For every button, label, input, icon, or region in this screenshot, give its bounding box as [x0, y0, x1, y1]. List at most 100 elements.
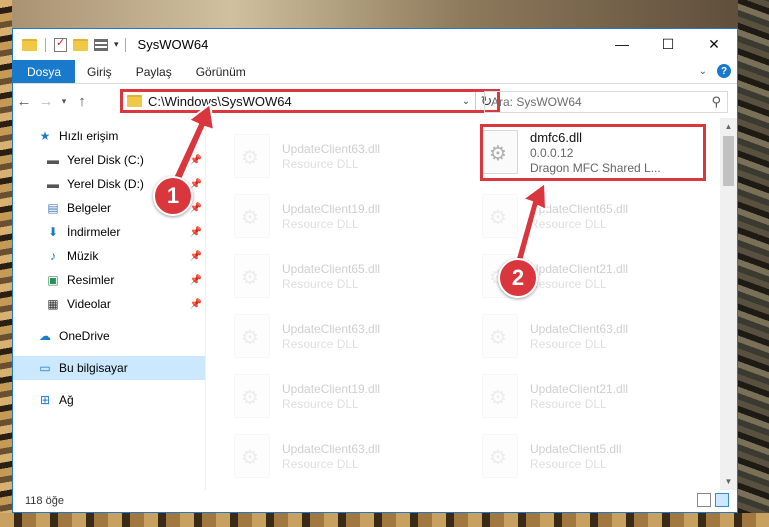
list-item[interactable]: ⚙ UpdateClient5.dll Resource DLL: [482, 428, 708, 484]
list-item[interactable]: ⚙ UpdateClient63.dll Resource DLL: [482, 308, 708, 364]
help-icon[interactable]: ?: [717, 64, 731, 78]
cloud-icon: ☁: [39, 329, 51, 343]
sidebar-item-disk-c[interactable]: ▬ Yerel Disk (C:) 📌: [13, 148, 205, 172]
file-description: Resource DLL: [282, 456, 359, 471]
scrollbar-thumb[interactable]: [723, 136, 734, 186]
pin-icon[interactable]: 📌: [190, 275, 202, 286]
file-description: Resource DLL: [282, 336, 359, 351]
forward-button[interactable]: →: [35, 93, 57, 110]
sidebar-item-network[interactable]: ⊞ Ağ: [13, 388, 205, 412]
dll-file-icon: ⚙: [234, 194, 270, 238]
scroll-up-icon[interactable]: ▲: [720, 118, 737, 135]
sidebar-item-onedrive[interactable]: ☁ OneDrive: [13, 324, 205, 348]
file-name: UpdateClient65.dll: [282, 261, 381, 276]
file-name: UpdateClient19.dll: [282, 381, 381, 396]
drive-icon: ▬: [47, 153, 59, 167]
caption-buttons: — ☐ ✕: [599, 29, 737, 59]
customize-toolbar-icon[interactable]: ▾: [114, 39, 119, 50]
list-item[interactable]: ⚙ UpdateClient63.dll Resource DLL: [234, 308, 460, 364]
desktop-wallpaper-bottom: [0, 513, 769, 527]
file-description: Resource DLL: [530, 336, 607, 351]
expand-ribbon-icon[interactable]: ⌄: [699, 66, 707, 77]
tab-view[interactable]: Görünüm: [184, 60, 258, 83]
search-input[interactable]: Ara: SysWOW64: [491, 95, 711, 109]
navigation-pane: ★ Hızlı erişim ▬ Yerel Disk (C:) 📌 ▬ Yer…: [13, 118, 206, 490]
close-button[interactable]: ✕: [691, 29, 737, 59]
list-item[interactable]: ⚙ UpdateClient65.dll Resource DLL: [234, 248, 460, 304]
dll-file-icon: ⚙: [234, 314, 270, 358]
pin-icon[interactable]: 📌: [190, 155, 202, 166]
back-button[interactable]: ←: [13, 93, 35, 110]
sidebar-item-label: Bu bilgisayar: [59, 361, 128, 375]
up-button[interactable]: ↑: [71, 93, 93, 110]
address-dropdown-icon[interactable]: ⌄: [457, 96, 475, 107]
minimize-button[interactable]: —: [599, 29, 645, 59]
sidebar-item-videos[interactable]: ▦ Videolar 📌: [13, 292, 205, 316]
address-path[interactable]: C:\Windows\SysWOW64: [148, 94, 457, 109]
list-item[interactable]: ⚙ UpdateClient65.dll Resource DLL: [482, 188, 708, 244]
dll-file-icon: ⚙: [482, 434, 518, 478]
file-name: UpdateClient19.dll: [282, 201, 381, 216]
file-description: Resource DLL: [530, 276, 607, 291]
tab-home[interactable]: Giriş: [75, 60, 124, 83]
details-view-icon[interactable]: [697, 493, 711, 507]
video-icon: ▦: [47, 297, 59, 311]
desktop-wallpaper-right: [738, 0, 769, 527]
dll-file-icon: ⚙: [234, 254, 270, 298]
sidebar-item-music[interactable]: ♪ Müzik 📌: [13, 244, 205, 268]
explorer-window: ▾ SysWOW64 — ☐ ✕ Dosya Giriş Paylaş Görü…: [12, 28, 738, 513]
view-icon[interactable]: [94, 38, 108, 51]
file-name: UpdateClient65.dll: [530, 201, 629, 216]
sidebar-item-label: Videolar: [67, 297, 111, 311]
list-item[interactable]: ⚙ UpdateClient19.dll Resource DLL: [234, 188, 460, 244]
file-description: Resource DLL: [282, 156, 359, 171]
highlight-box-file: [480, 124, 706, 181]
dll-file-icon: ⚙: [234, 434, 270, 478]
sidebar-item-label: Resimler: [67, 273, 115, 287]
list-item[interactable]: ⚙ UpdateClient21.dllResource DLL: [482, 368, 708, 424]
pin-icon[interactable]: 📌: [190, 203, 202, 214]
callout-step-two: 2: [498, 258, 538, 298]
pictures-icon: ▣: [47, 273, 59, 287]
properties-icon[interactable]: [54, 36, 67, 52]
sidebar-item-this-pc[interactable]: ▭ Bu bilgisayar: [13, 356, 205, 380]
maximize-button[interactable]: ☐: [645, 29, 691, 59]
address-row: ← → ▾ ↑ C:\Windows\SysWOW64 ⌄ ↻ Ara: Sys…: [13, 84, 737, 118]
file-description: Resource DLL: [282, 276, 359, 291]
scroll-down-icon[interactable]: ▼: [720, 473, 737, 490]
folder-icon: [22, 38, 37, 51]
new-folder-icon[interactable]: [73, 38, 88, 51]
view-switcher: [697, 493, 729, 507]
pin-icon[interactable]: 📌: [190, 227, 202, 238]
folder-icon: [127, 95, 142, 107]
dll-file-icon: ⚙: [482, 374, 518, 418]
ribbon-tabs: Dosya Giriş Paylaş Görünüm ⌄ ?: [13, 60, 737, 84]
title-bar: ▾ SysWOW64 — ☐ ✕: [13, 29, 737, 60]
sidebar-item-pictures[interactable]: ▣ Resimler 📌: [13, 268, 205, 292]
sidebar-item-label: Müzik: [67, 249, 99, 263]
list-item[interactable]: ⚙ UpdateClient63.dll Resource DLL: [234, 128, 460, 184]
tiles-view-icon[interactable]: [715, 493, 729, 507]
sidebar-item-downloads[interactable]: ⬇ İndirmeler 📌: [13, 220, 205, 244]
list-item[interactable]: ⚙ UpdateClient63.dll Resource DLL: [234, 428, 460, 484]
file-name: UpdateClient21.dll: [530, 381, 629, 396]
star-icon: ★: [39, 129, 51, 143]
title-divider: [124, 37, 126, 52]
recent-locations-icon[interactable]: ▾: [57, 96, 71, 107]
file-description: Resource DLL: [282, 396, 359, 411]
list-item[interactable]: ⚙ UpdateClient19.dll Resource DLL: [234, 368, 460, 424]
sidebar-item-label: Yerel Disk (D:): [67, 177, 144, 191]
window-title: SysWOW64: [137, 37, 209, 52]
toolbar-divider: [45, 37, 46, 52]
sidebar-item-quick-access[interactable]: ★ Hızlı erişim: [13, 124, 205, 148]
dll-file-icon: ⚙: [482, 194, 518, 238]
pin-icon[interactable]: 📌: [190, 251, 202, 262]
pin-icon[interactable]: 📌: [190, 299, 202, 310]
tab-file[interactable]: Dosya: [13, 60, 76, 83]
address-bar[interactable]: C:\Windows\SysWOW64 ⌄ ↻: [120, 89, 500, 113]
search-icon[interactable]: ⚲: [711, 94, 721, 110]
tab-share[interactable]: Paylaş: [124, 60, 184, 83]
vertical-scrollbar[interactable]: ▲ ▼: [720, 118, 737, 490]
search-box[interactable]: Ara: SysWOW64 ⚲: [484, 91, 728, 113]
sidebar-item-label: Belgeler: [67, 201, 112, 215]
